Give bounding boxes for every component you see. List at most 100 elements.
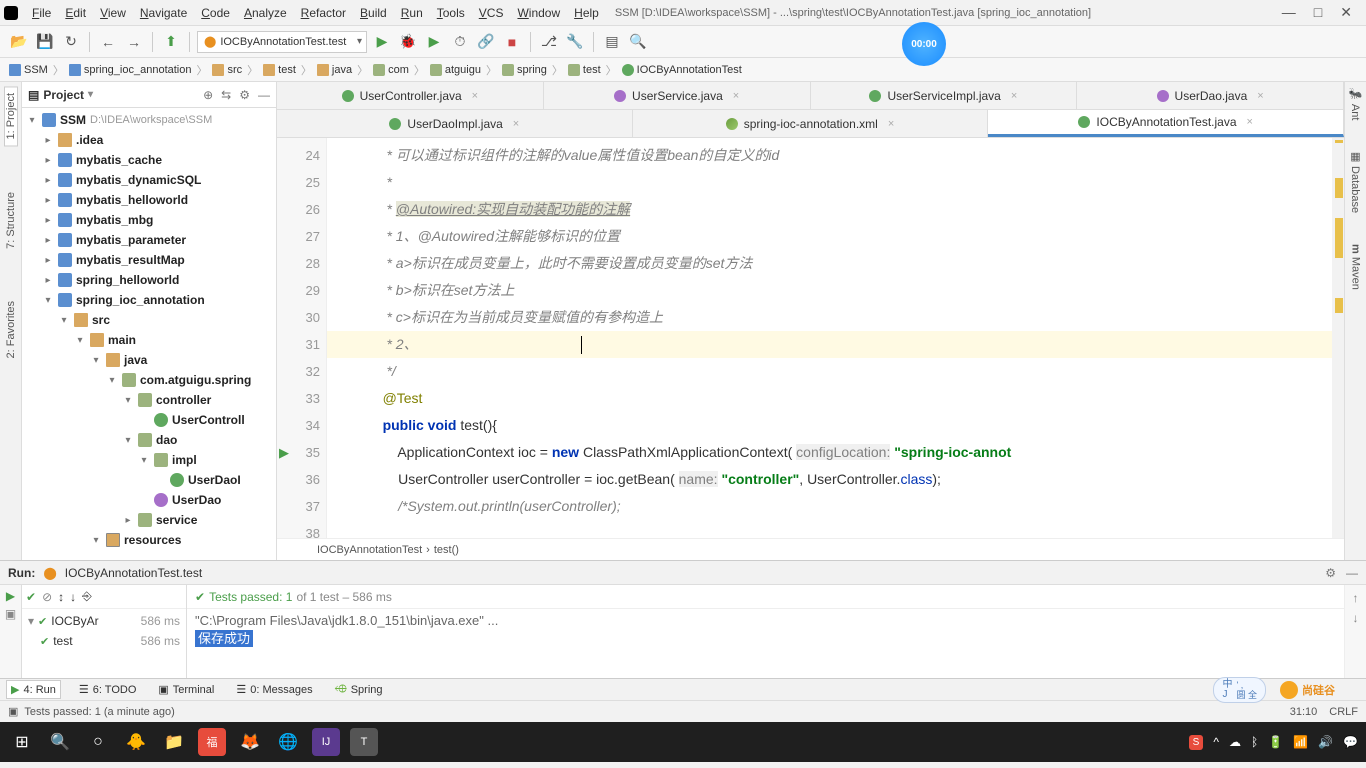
vcs-icon[interactable]: ⎇	[538, 31, 560, 53]
tree-node--idea[interactable]: ▸.idea	[22, 130, 276, 150]
tree-node-mybatis-resultmap[interactable]: ▸mybatis_resultMap	[22, 250, 276, 270]
code-editor[interactable]: 💡 242526272829303132333435▶363738 * 可以通过…	[277, 138, 1344, 538]
console-output[interactable]: "C:\Program Files\Java\jdk1.8.0_151\bin\…	[187, 609, 1344, 678]
close-tab-icon[interactable]: ×	[472, 90, 478, 102]
run-icon[interactable]: ▶	[371, 31, 393, 53]
menu-window[interactable]: Window	[511, 4, 566, 22]
tree-node-mybatis-parameter[interactable]: ▸mybatis_parameter	[22, 230, 276, 250]
tab-usercontroller-java[interactable]: UserController.java×	[277, 82, 544, 109]
menu-build[interactable]: Build	[354, 4, 393, 22]
close-tab-icon[interactable]: ×	[1011, 90, 1017, 102]
favorites-tab[interactable]: 2: Favorites	[5, 295, 17, 364]
ime-indicator[interactable]: 中J ' ,圆 全	[1213, 677, 1266, 703]
menu-help[interactable]: Help	[568, 4, 605, 22]
tab-spring-ioc-annotation-xml[interactable]: spring-ioc-annotation.xml×	[633, 110, 989, 137]
scroll-down-icon[interactable]: ↓	[1353, 611, 1359, 625]
tree-node-src[interactable]: ▾src	[22, 310, 276, 330]
menu-tools[interactable]: Tools	[431, 4, 471, 22]
tree-node-dao[interactable]: ▾dao	[22, 430, 276, 450]
close-button[interactable]: ✕	[1340, 4, 1352, 21]
crumb-iocbyannotationtest[interactable]: IOCByAnnotationTest	[619, 64, 745, 76]
crumb-test[interactable]: test	[260, 64, 299, 76]
firefox-icon[interactable]: 🦊	[236, 728, 264, 756]
tree-node-impl[interactable]: ▾impl	[22, 450, 276, 470]
attach-icon[interactable]: 🔗	[475, 31, 497, 53]
sort-icon[interactable]: ↕	[58, 590, 64, 604]
tree-node-java[interactable]: ▾java	[22, 350, 276, 370]
close-tab-icon[interactable]: ×	[888, 118, 894, 130]
tray-battery-icon[interactable]: 🔋	[1268, 735, 1283, 749]
tray-up-icon[interactable]: ^	[1213, 735, 1219, 749]
coverage-icon[interactable]: ▶	[423, 31, 445, 53]
chrome-icon[interactable]: 🌐	[274, 728, 302, 756]
crumb-atguigu[interactable]: atguigu	[427, 64, 484, 76]
app1-icon[interactable]: 🐥	[122, 728, 150, 756]
collapse-icon[interactable]: ⇆	[221, 88, 231, 102]
app2-icon[interactable]: 📁	[160, 728, 188, 756]
sort2-icon[interactable]: ↓	[70, 590, 76, 604]
crumb-ssm[interactable]: SSM	[6, 64, 51, 76]
failed-filter-icon[interactable]: ⊘	[42, 590, 52, 604]
spring-bottom-tab[interactable]: ⬲Spring	[331, 681, 387, 698]
run-hide-icon[interactable]: —	[1346, 566, 1358, 580]
search-taskbar-icon[interactable]: 🔍	[46, 728, 74, 756]
minimize-button[interactable]: —	[1282, 4, 1296, 21]
tree-node-resources[interactable]: ▾resources	[22, 530, 276, 550]
build-icon[interactable]: ⬆	[160, 31, 182, 53]
tab-userdaoimpl-java[interactable]: UserDaoImpl.java×	[277, 110, 633, 137]
test-row-test[interactable]: ✔test586 ms	[24, 631, 184, 651]
hide-icon[interactable]: —	[258, 88, 270, 102]
rerun-icon[interactable]: ▶	[6, 589, 15, 603]
close-tab-icon[interactable]: ×	[513, 118, 519, 130]
close-tab-icon[interactable]: ×	[1247, 116, 1253, 128]
tab-iocbyannotationtest-java[interactable]: IOCByAnnotationTest.java×	[988, 110, 1344, 137]
search-icon[interactable]: 🔍	[627, 31, 649, 53]
app3-icon[interactable]: 福	[198, 728, 226, 756]
maven-tab[interactable]: m Maven	[1350, 244, 1362, 290]
menu-run[interactable]: Run	[395, 4, 429, 22]
crumb-spring[interactable]: spring	[499, 64, 550, 76]
tray-volume-icon[interactable]: 🔊	[1318, 735, 1333, 749]
expand-icon[interactable]: ⎆	[82, 589, 92, 604]
settings-icon[interactable]: 🔧	[564, 31, 586, 53]
error-stripe[interactable]	[1332, 138, 1344, 538]
tree-node-mybatis-dynamicsql[interactable]: ▸mybatis_dynamicSQL	[22, 170, 276, 190]
tray-bt-icon[interactable]: ᛒ	[1251, 735, 1258, 749]
todo-bottom-tab[interactable]: ☰6: TODO	[75, 681, 140, 698]
gear-icon[interactable]: ⚙	[239, 88, 250, 102]
profile-icon[interactable]: ⏱	[449, 31, 471, 53]
tab-userservice-java[interactable]: UserService.java×	[544, 82, 811, 109]
menu-vcs[interactable]: VCS	[473, 4, 510, 22]
database-tab[interactable]: ▦ Database	[1349, 150, 1362, 213]
cortana-icon[interactable]: ○	[84, 728, 112, 756]
sync-icon[interactable]: ↻	[60, 31, 82, 53]
intellij-icon[interactable]: IJ	[312, 728, 340, 756]
start-icon[interactable]: ⊞	[8, 728, 36, 756]
tree-node-main[interactable]: ▾main	[22, 330, 276, 350]
tray-cloud-icon[interactable]: ☁	[1229, 735, 1241, 749]
tree-node-mybatis-helloworld[interactable]: ▸mybatis_helloworld	[22, 190, 276, 210]
tree-node-spring-helloworld[interactable]: ▸spring_helloworld	[22, 270, 276, 290]
tree-node-com-atguigu-spring[interactable]: ▾com.atguigu.spring	[22, 370, 276, 390]
crumb-com[interactable]: com	[370, 64, 412, 76]
project-tree[interactable]: ▾SSMD:\IDEA\workspace\SSM▸.idea▸mybatis_…	[22, 108, 276, 560]
project-tab[interactable]: 1: Project	[4, 86, 18, 146]
tab-userdao-java[interactable]: UserDao.java×	[1077, 82, 1344, 109]
tree-node-usercontroll[interactable]: UserControll	[22, 410, 276, 430]
code-content[interactable]: * 可以通过标识组件的注解的value属性值设置bean的自定义的id * * …	[327, 138, 1344, 538]
ant-tab[interactable]: 🐜 Ant	[1349, 88, 1362, 120]
open-icon[interactable]: 📂	[8, 31, 30, 53]
structure-icon[interactable]: ▤	[601, 31, 623, 53]
maximize-button[interactable]: □	[1314, 4, 1322, 21]
menu-edit[interactable]: Edit	[59, 4, 92, 22]
crumb-test[interactable]: test	[565, 64, 604, 76]
target-icon[interactable]: ⊕	[203, 88, 213, 102]
structure-tab[interactable]: 7: Structure	[5, 186, 17, 255]
tree-node-userdao[interactable]: UserDao	[22, 490, 276, 510]
tree-node-controller[interactable]: ▾controller	[22, 390, 276, 410]
close-tab-icon[interactable]: ×	[733, 90, 739, 102]
timer-badge[interactable]: 00:00	[902, 22, 946, 66]
menu-code[interactable]: Code	[195, 4, 236, 22]
run-settings-icon[interactable]: ⚙	[1325, 566, 1336, 580]
run-config-combo[interactable]: ⬤ IOCByAnnotationTest.test	[197, 31, 367, 53]
